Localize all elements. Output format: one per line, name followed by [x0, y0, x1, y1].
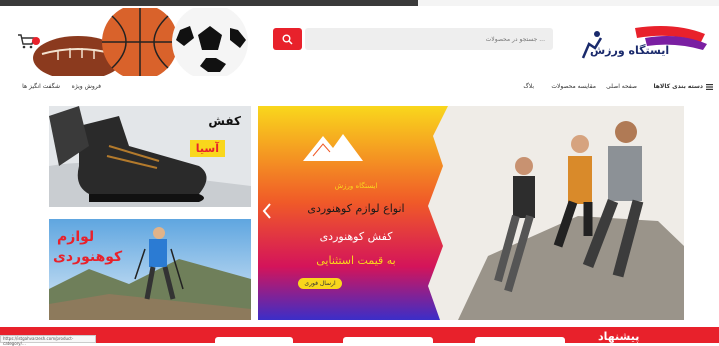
- nav-item-amazing-offers[interactable]: شگفت انگیز ها: [22, 83, 60, 90]
- shoes-banner[interactable]: کفش آسیا: [49, 106, 251, 207]
- logo-text: ایستگاه ورزش: [590, 44, 670, 57]
- search-button[interactable]: [273, 28, 302, 50]
- bottom-tab-1[interactable]: [215, 337, 293, 345]
- hero-line-1: انواع لوازم کوهنوردی: [307, 202, 405, 215]
- nav-item-categories[interactable]: دسته بندی کالاها: [653, 83, 703, 90]
- suggestion-title: پیشنهاد: [598, 330, 640, 343]
- nav-item-special-sale[interactable]: فروش ویژه: [72, 83, 101, 90]
- gear-banner-title-1: لوازم: [57, 229, 95, 245]
- shoes-banner-brand: آسیا: [189, 140, 225, 157]
- sports-balls-image: [33, 8, 248, 76]
- cart-button[interactable]: [17, 33, 40, 49]
- cart-count-badge: [32, 37, 40, 45]
- nav-item-compare[interactable]: مقایسه محصولات: [551, 83, 596, 90]
- hamburger-menu-icon[interactable]: [706, 84, 713, 90]
- gear-banner-title-2: کوهنوردی: [53, 249, 123, 265]
- nav-item-blog[interactable]: بلاگ: [523, 83, 534, 90]
- chevron-left-icon[interactable]: [262, 202, 272, 220]
- hero-brand: ایستگاه ورزش: [334, 182, 378, 190]
- hero-slider[interactable]: ایستگاه ورزش انواع لوازم کوهنوردی کفش کو…: [258, 106, 684, 320]
- url-status-bar: https://istgahvarzesh.com/product-catego…: [0, 335, 96, 346]
- shoes-banner-title: کفش: [208, 114, 241, 128]
- search-icon: [282, 34, 293, 45]
- hero-line-2: کفش کوهنوردی: [319, 230, 393, 243]
- hero-line-3: به قیمت استثنایی: [316, 254, 396, 267]
- nav-item-home[interactable]: صفحه اصلی: [606, 83, 637, 90]
- search-input[interactable]: [305, 28, 553, 50]
- bottom-tab-2[interactable]: [343, 337, 433, 345]
- hero-cta-button[interactable]: ارسال فوری: [298, 278, 342, 289]
- main-nav: دسته بندی کالاها صفحه اصلی مقایسه محصولا…: [0, 80, 719, 96]
- bottom-tab-3[interactable]: [475, 337, 565, 345]
- mountain-gear-banner[interactable]: لوازم کوهنوردی: [49, 219, 251, 320]
